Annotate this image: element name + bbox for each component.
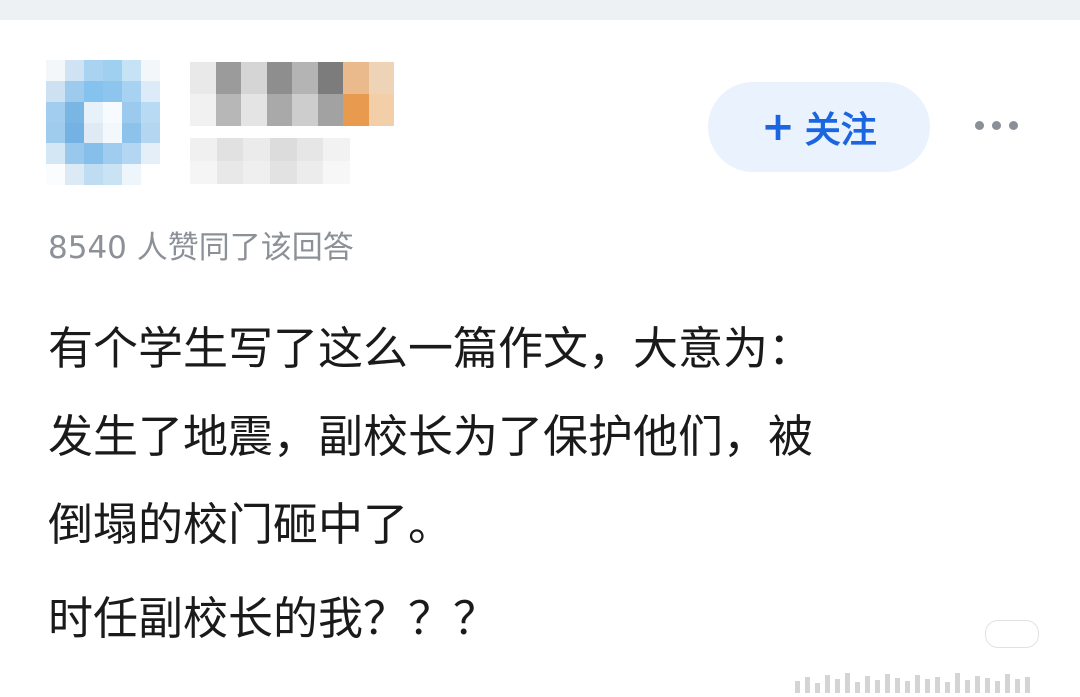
answer-paragraph: 倒塌的校门砸中了。 xyxy=(48,498,454,551)
top-edge xyxy=(0,0,1080,20)
follow-label: 关注 xyxy=(804,110,877,151)
answer-content: 有个学生写了这么一篇作文，大意为： 发生了地震，副校长为了保护他们，被 倒塌的校… xyxy=(48,305,1048,663)
answer-paragraph: 发生了地震，副校长为了保护他们，被 xyxy=(48,410,814,463)
vote-count: 8540 人赞同了该回答 xyxy=(48,230,354,266)
bottom-decoration xyxy=(795,657,1075,693)
avatar[interactable] xyxy=(46,60,160,185)
more-options-button[interactable] xyxy=(966,105,1026,145)
answer-paragraph: 有个学生写了这么一篇作文，大意为： xyxy=(48,322,814,375)
answer-paragraph: 时任副校长的我？？？ xyxy=(48,592,499,645)
user-headline-redacted xyxy=(190,138,350,184)
watermark-badge xyxy=(985,620,1039,648)
plus-icon: + xyxy=(761,104,795,150)
user-name-redacted[interactable] xyxy=(190,62,394,126)
more-dots-icon xyxy=(974,120,984,130)
follow-button[interactable]: + 关注 xyxy=(708,82,930,172)
